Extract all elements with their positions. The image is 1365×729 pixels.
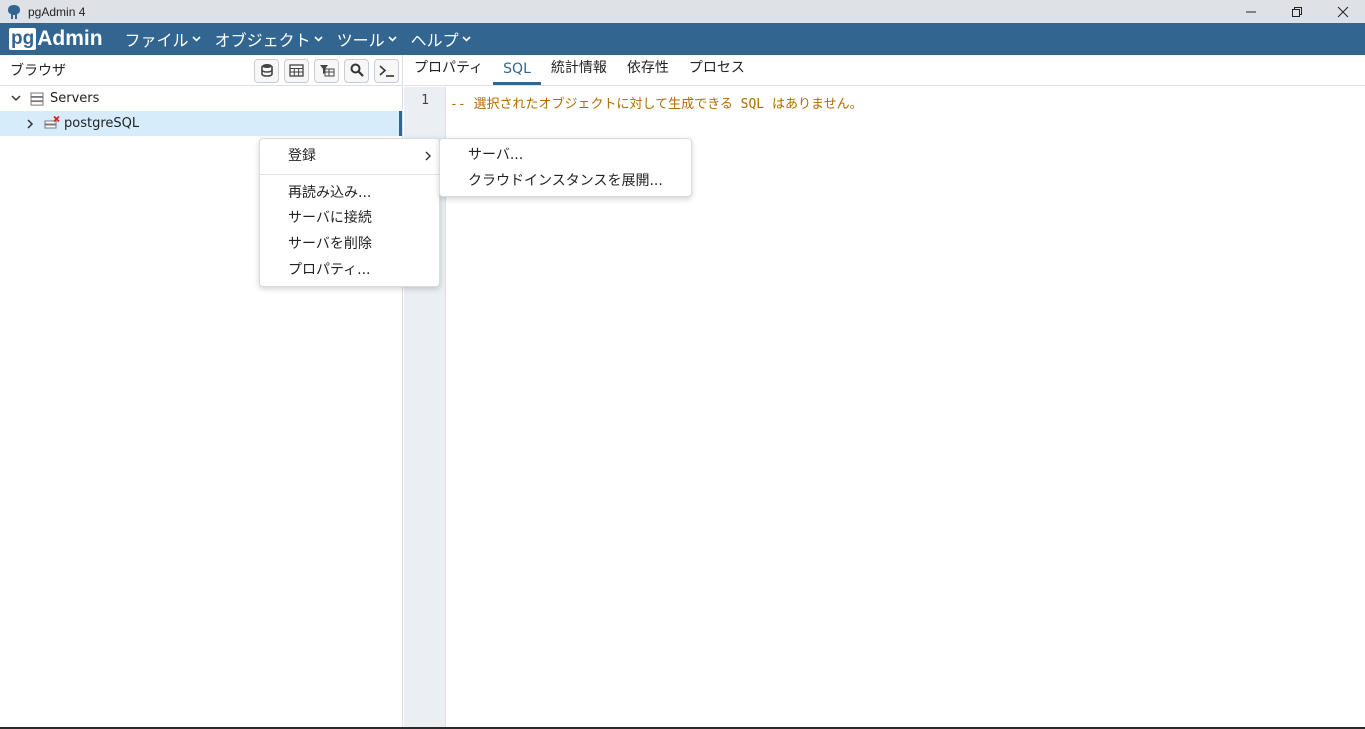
search-icon <box>350 62 364 81</box>
psql-tool-button[interactable] <box>374 59 399 83</box>
elephant-icon <box>6 4 22 20</box>
window-title: pgAdmin 4 <box>28 4 86 19</box>
filtered-rows-button[interactable] <box>314 59 339 83</box>
menu-item-connect-server[interactable]: サーバに接続 <box>260 204 439 230</box>
chevron-down-icon <box>388 36 397 42</box>
context-menu: 登録 再読み込み... サーバに接続 サーバを削除 プロパティ... <box>259 138 440 287</box>
menu-help-label: ヘルプ <box>410 31 459 50</box>
object-tree: Servers postgreSQL <box>0 86 402 136</box>
tree-node-postgresql-label: postgreSQL <box>64 116 140 131</box>
tree-node-servers-label: Servers <box>50 91 100 106</box>
detail-tabs: プロパティ SQL 統計情報 依存性 プロセス <box>404 55 1365 86</box>
filtered-rows-icon <box>319 62 335 81</box>
submenu-item-deploy-cloud[interactable]: クラウドインスタンスを展開... <box>440 167 691 193</box>
menu-object-label: オブジェクト <box>214 31 311 50</box>
chevron-down-icon[interactable] <box>8 95 24 102</box>
logo-pg: pg <box>9 28 37 50</box>
browser-toolbar <box>249 59 399 83</box>
query-tool-button[interactable] <box>254 59 279 83</box>
logo-admin: Admin <box>37 27 103 50</box>
menu-item-refresh[interactable]: 再読み込み... <box>260 179 439 205</box>
browser-title: ブラウザ <box>10 63 66 79</box>
title-bar: pgAdmin 4 <box>0 0 1365 23</box>
view-data-button[interactable] <box>284 59 309 83</box>
menu-object[interactable]: オブジェクト <box>215 27 323 51</box>
register-submenu: サーバ... クラウドインスタンスを展開... <box>439 138 692 197</box>
server-disconnected-icon <box>44 116 60 131</box>
menu-bar: pg Admin ファイル オブジェクト ツール ヘルプ <box>0 23 1365 55</box>
line-number: 1 <box>421 93 429 108</box>
menu-file[interactable]: ファイル <box>125 27 201 51</box>
database-icon <box>260 62 274 81</box>
table-icon <box>289 62 304 81</box>
search-objects-button[interactable] <box>344 59 369 83</box>
tab-properties[interactable]: プロパティ <box>404 57 493 85</box>
chevron-down-icon <box>191 36 201 42</box>
server-group-icon <box>30 92 44 106</box>
tab-statistics[interactable]: 統計情報 <box>541 57 617 85</box>
tab-sql[interactable]: SQL <box>493 61 541 85</box>
minimize-icon[interactable] <box>1228 0 1274 23</box>
chevron-right-icon <box>425 151 431 161</box>
menu-item-register[interactable]: 登録 <box>260 142 439 168</box>
menu-tools[interactable]: ツール <box>337 27 397 51</box>
menu-tools-label: ツール <box>336 31 385 50</box>
menu-file-label: ファイル <box>124 31 189 50</box>
browser-header: ブラウザ <box>0 55 402 86</box>
menu-item-remove-server[interactable]: サーバを削除 <box>260 230 439 256</box>
terminal-icon <box>378 62 395 81</box>
pgadmin-logo: pg Admin <box>9 27 103 50</box>
menu-item-properties[interactable]: プロパティ... <box>260 256 439 282</box>
tree-node-servers[interactable]: Servers <box>0 86 402 111</box>
restore-icon[interactable] <box>1274 0 1320 23</box>
chevron-down-icon <box>314 36 323 42</box>
close-icon[interactable] <box>1320 0 1365 23</box>
sql-editor-line[interactable]: -- 選択されたオブジェクトに対して生成できる SQL はありません。 <box>450 93 863 112</box>
menu-help[interactable]: ヘルプ <box>411 27 471 51</box>
chevron-down-icon <box>462 36 471 42</box>
menu-separator <box>260 174 439 175</box>
tab-processes[interactable]: プロセス <box>679 57 755 85</box>
chevron-right-icon[interactable] <box>22 118 38 129</box>
tree-node-postgresql[interactable]: postgreSQL <box>0 111 402 136</box>
menu-item-register-label: 登録 <box>288 148 316 164</box>
submenu-item-server[interactable]: サーバ... <box>440 141 691 167</box>
tab-dependencies[interactable]: 依存性 <box>617 57 679 85</box>
